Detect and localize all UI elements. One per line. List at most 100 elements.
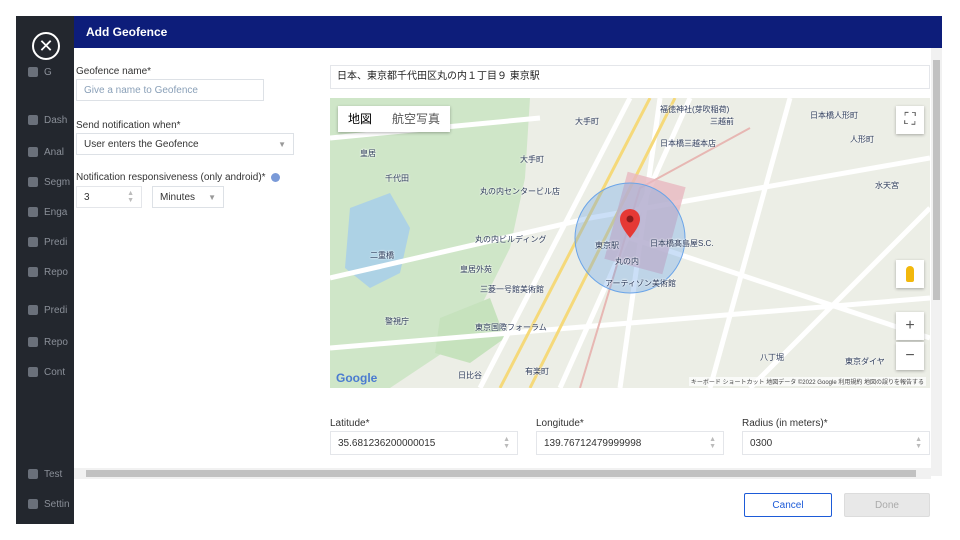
minus-icon: − <box>905 347 915 364</box>
map-place-label: 二重橋 <box>370 251 394 260</box>
send-notification-label: Send notification when* <box>76 120 181 131</box>
megaphone-icon <box>28 207 38 217</box>
modal-title: Add Geofence <box>74 16 942 48</box>
sidebar-item-label: Anal <box>44 146 65 158</box>
sidebar-item-label: Repo <box>44 336 68 348</box>
map-place-label: 日本橋髙島屋S.C. <box>650 239 714 248</box>
address-search-input[interactable]: 日本、東京都千代田区丸の内１丁目９ 東京駅 <box>330 65 930 89</box>
stepper-arrows-icon[interactable]: ▲ ▼ <box>503 436 510 450</box>
map-place-label: 丸の内 <box>615 257 639 266</box>
responsiveness-unit-value: Minutes <box>160 191 196 203</box>
tab-satellite[interactable]: 航空写真 <box>382 106 450 132</box>
sidebar-item-label: Predi <box>44 304 68 316</box>
sidebar-item-label: Dash <box>44 114 68 126</box>
map-canvas <box>330 98 930 388</box>
sidebar-item-label: Repo <box>44 266 68 278</box>
map-place-label: 日本橋人形町 <box>810 111 858 120</box>
fullscreen-button[interactable]: ⛶ <box>896 106 924 134</box>
geofence-name-label: Geofence name* <box>76 66 152 77</box>
sidebar-item-label: Test <box>44 468 63 480</box>
stepper-arrows-icon[interactable]: ▲ ▼ <box>915 436 922 450</box>
horizontal-scroll-thumb[interactable] <box>86 470 916 477</box>
map-place-label: 三越前 <box>710 117 734 126</box>
map-place-label: 皇居 <box>360 149 376 158</box>
done-button[interactable]: Done <box>844 493 930 517</box>
close-modal-button[interactable]: ✕ <box>32 32 60 60</box>
vertical-scrollbar[interactable] <box>931 48 942 476</box>
prediction-icon <box>28 305 38 315</box>
responsiveness-label: Notification responsiveness (only androi… <box>76 172 280 183</box>
vertical-scroll-thumb[interactable] <box>933 60 940 300</box>
sidebar-item-label: Settin <box>44 498 70 510</box>
map-type-tabs: 地図 航空写真 <box>338 106 451 132</box>
fullscreen-icon: ⛶ <box>904 111 916 128</box>
plus-icon: + <box>905 317 915 334</box>
sidebar-item-label: G <box>44 66 52 78</box>
send-notification-value: User enters the Geofence <box>84 138 199 150</box>
pegman-icon <box>906 266 914 282</box>
map-view[interactable]: 地図 航空写真 大手町 福徳神社(芽吹稲荷) 三越前 日本橋人形町日本橋三越本店 人形町… <box>330 98 930 388</box>
tab-map[interactable]: 地図 <box>338 106 382 132</box>
pie-icon <box>28 177 38 187</box>
bar-chart-icon <box>28 147 38 157</box>
responsiveness-value: 3 <box>84 191 90 203</box>
code-icon <box>28 469 38 479</box>
radius-input[interactable]: 0300 ▲ ▼ <box>742 431 930 455</box>
map-place-label: 日比谷 <box>458 371 482 380</box>
responsiveness-label-text: Notification responsiveness (only androi… <box>76 172 266 183</box>
map-place-label: 東京駅 <box>595 241 619 250</box>
map-place-label: 丸の内センタービル店 <box>480 187 560 196</box>
send-notification-select[interactable]: User enters the Geofence ▼ <box>76 133 294 155</box>
responsiveness-stepper[interactable]: 3 ▲ ▼ <box>76 186 142 208</box>
zoom-out-button[interactable]: − <box>896 342 924 370</box>
sidebar-item-label: Cont <box>44 366 66 378</box>
map-place-label: 東京国際フォーラム <box>475 323 547 332</box>
geofence-name-input[interactable] <box>76 79 264 101</box>
map-place-label: 福徳神社(芽吹稲荷) <box>660 105 730 114</box>
gear-icon <box>28 499 38 509</box>
map-place-label: 東京ダイヤ <box>845 357 885 366</box>
street-view-pegman[interactable] <box>896 260 924 288</box>
sidebar-item-label: Predi <box>44 236 68 248</box>
content-icon <box>28 367 38 377</box>
stepper-arrows-icon[interactable]: ▲ ▼ <box>127 190 134 204</box>
radius-value: 0300 <box>750 437 773 449</box>
map-place-label: 八丁堀 <box>760 353 784 362</box>
map-place-label: 水天宮 <box>875 181 899 190</box>
stepper-arrows-icon[interactable]: ▲ ▼ <box>709 436 716 450</box>
longitude-value: 139.76712479999998 <box>544 437 642 449</box>
zoom-in-button[interactable]: + <box>896 312 924 340</box>
map-place-label: アーティゾン美術館 <box>605 279 677 288</box>
map-place-label: 皇居外苑 <box>460 265 492 274</box>
latitude-value: 35.681236200000015 <box>338 437 436 449</box>
chevron-down-icon: ▼ <box>208 192 216 202</box>
add-geofence-modal: Add Geofence Geofence name* Send notific… <box>74 16 942 524</box>
sidebar: G Dash Anal Segm Enga Predi Repo Predi Repo Cont T… <box>16 16 74 524</box>
sidebar-item-label: Enga <box>44 206 68 218</box>
map-place-label: 千代田 <box>385 174 409 183</box>
map-place-label: 大手町 <box>575 117 599 126</box>
latitude-input[interactable]: 35.681236200000015 ▲ ▼ <box>330 431 518 455</box>
sidebar-item-label: Segm <box>44 176 71 188</box>
map-place-label: 大手町 <box>520 155 544 164</box>
report-icon <box>28 267 38 277</box>
longitude-input[interactable]: 139.76712479999998 ▲ ▼ <box>536 431 724 455</box>
latitude-label: Latitude* <box>330 418 370 429</box>
prediction-icon <box>28 237 38 247</box>
info-icon[interactable] <box>270 172 280 182</box>
map-place-label: 三菱一号館美術館 <box>480 285 544 294</box>
responsiveness-unit-select[interactable]: Minutes ▼ <box>152 186 224 208</box>
google-logo: Google <box>336 371 378 385</box>
chevron-down-icon: ▼ <box>278 139 286 149</box>
home-icon <box>28 67 38 77</box>
cancel-button[interactable]: Cancel <box>744 493 832 517</box>
horizontal-scrollbar[interactable] <box>74 468 931 479</box>
map-place-label: 警視庁 <box>385 317 409 326</box>
radius-label: Radius (in meters)* <box>742 418 828 429</box>
map-place-label: 日本橋三越本店 <box>660 139 716 148</box>
map-place-label: 人形町 <box>850 135 874 144</box>
map-attribution[interactable]: キーボード ショートカット 地図データ ©2022 Google 利用規約 地図… <box>688 377 926 386</box>
longitude-label: Longitude* <box>536 418 584 429</box>
report-icon <box>28 337 38 347</box>
map-place-label: 丸の内ビルディング <box>475 235 547 244</box>
